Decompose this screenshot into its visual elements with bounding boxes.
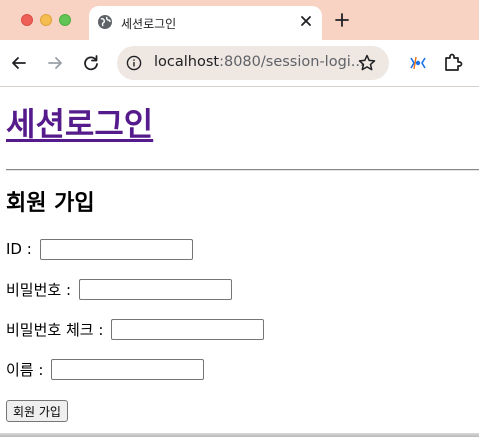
url-host: localhost <box>154 54 220 70</box>
url-text[interactable]: localhost:8080/session-logi... <box>154 54 365 70</box>
id-row: ID : <box>6 237 193 261</box>
active-tab[interactable]: 세션로그인 <box>89 6 322 40</box>
url-path: :8080/session-logi... <box>219 54 365 70</box>
name-label: 이름 : <box>6 360 49 379</box>
password-check-row: 비밀번호 체크 : <box>6 317 265 341</box>
signup-heading: 회원 가입 <box>6 191 95 216</box>
password-label: 비밀번호 : <box>6 280 76 299</box>
id-label: ID : <box>6 240 37 258</box>
back-arrow-icon[interactable] <box>8 52 30 74</box>
name-row: 이름 : <box>6 357 205 381</box>
site-info-icon[interactable] <box>126 55 142 71</box>
horizontal-rule <box>6 169 479 171</box>
extension-icon[interactable] <box>407 52 429 74</box>
signup-submit-button[interactable]: 회원 가입 <box>6 400 68 422</box>
close-tab-icon[interactable] <box>296 11 316 31</box>
extensions-puzzle-icon[interactable] <box>442 51 464 73</box>
address-bar[interactable]: localhost:8080/session-logi... <box>117 46 389 80</box>
tab-title: 세션로그인 <box>121 17 177 31</box>
bookmark-star-icon[interactable] <box>357 53 377 73</box>
password-check-label: 비밀번호 체크 : <box>6 320 109 339</box>
tab-bar: 세션로그인 <box>0 0 479 40</box>
id-input[interactable] <box>39 238 193 260</box>
window-bottom-edge <box>0 433 479 437</box>
new-tab-icon[interactable] <box>332 10 352 30</box>
minimize-window-button[interactable] <box>40 14 52 26</box>
maximize-window-button[interactable] <box>59 14 71 26</box>
name-input[interactable] <box>51 358 205 380</box>
password-check-input[interactable] <box>111 318 265 340</box>
close-window-button[interactable] <box>21 14 33 26</box>
password-row: 비밀번호 : <box>6 277 232 301</box>
site-title-link[interactable]: 세션로그인 <box>6 104 153 144</box>
password-input[interactable] <box>78 278 232 300</box>
globe-icon <box>98 15 112 29</box>
page-content: 세션로그인 회원 가입 ID : 비밀번호 : 비밀번호 체크 : 이름 : 회… <box>0 87 479 437</box>
reload-icon[interactable] <box>80 52 102 74</box>
forward-arrow-icon[interactable] <box>44 52 66 74</box>
